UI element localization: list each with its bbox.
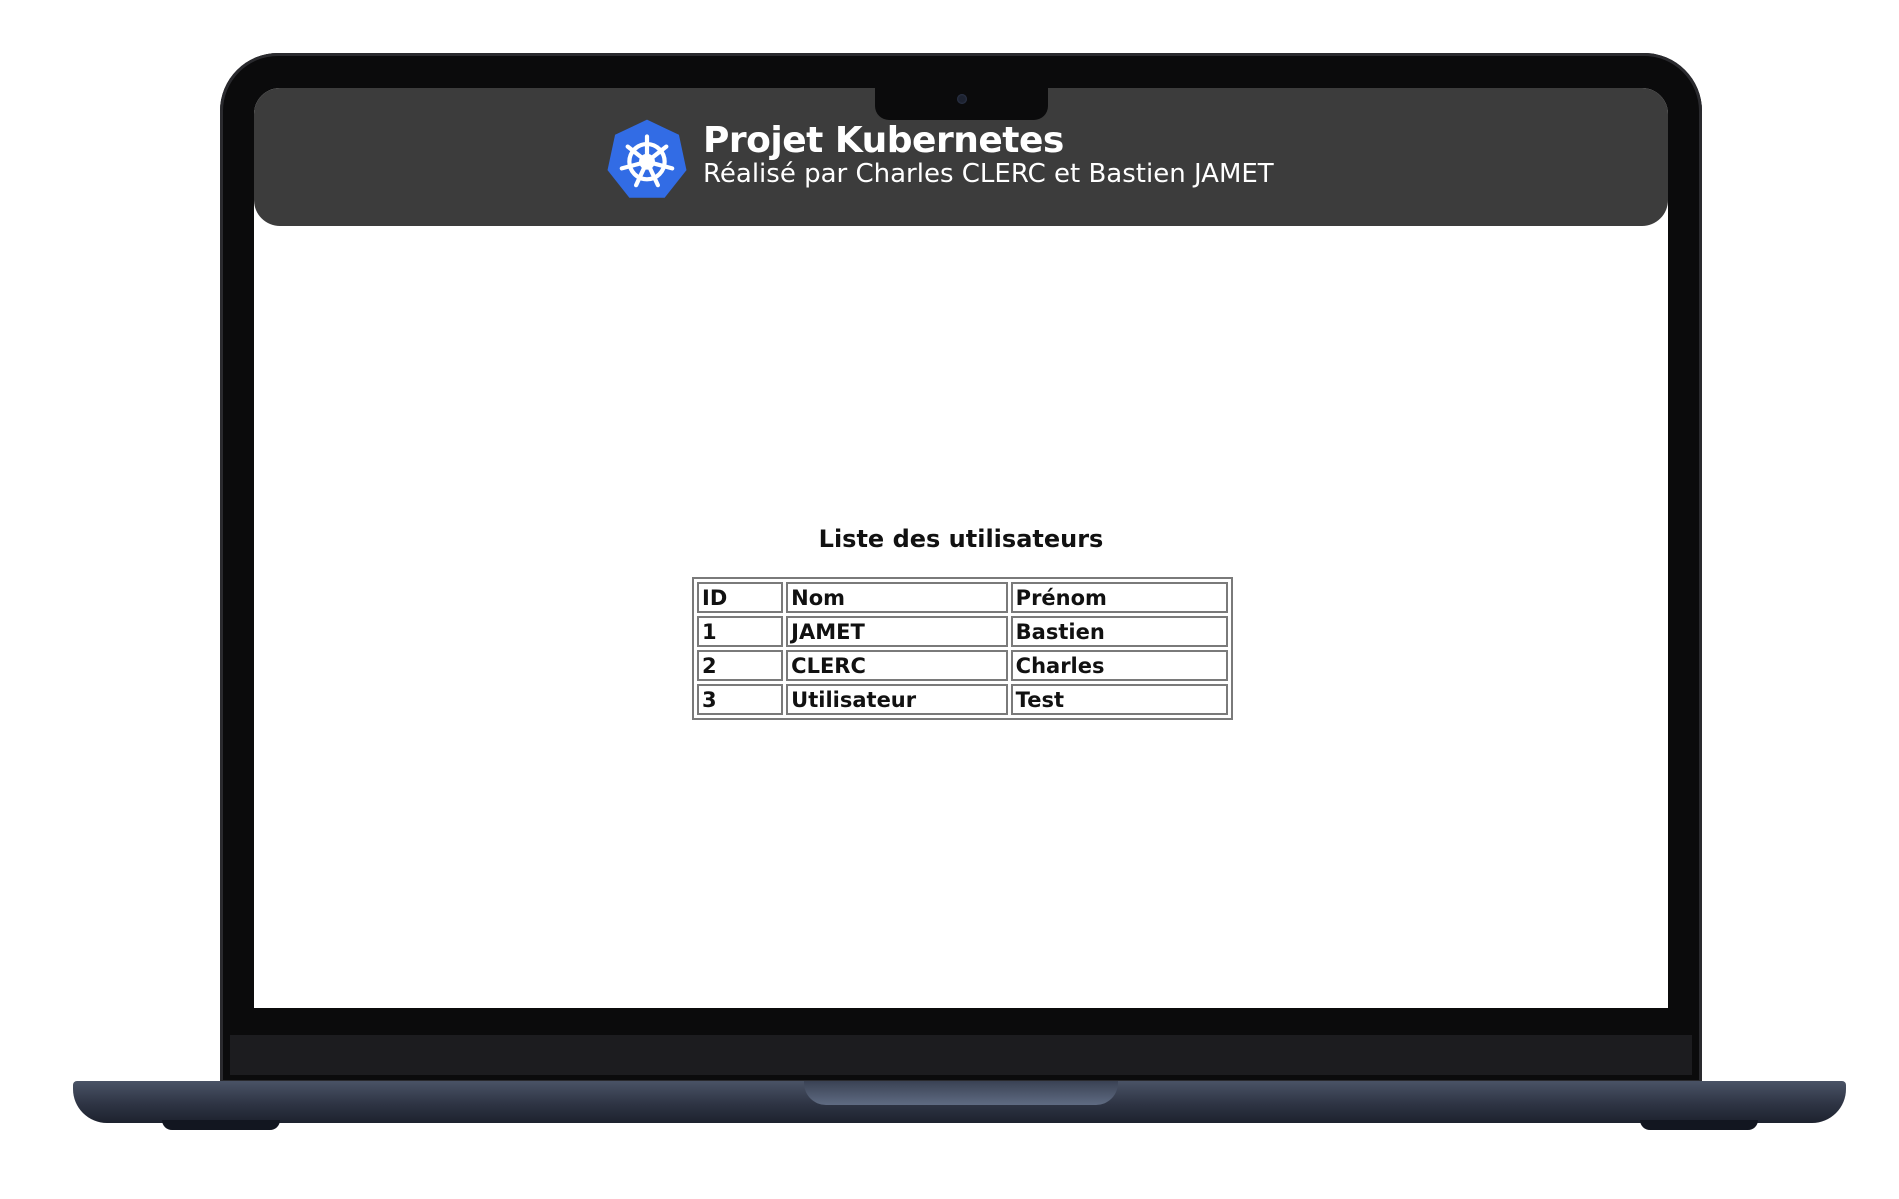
column-header-id: ID [697, 582, 784, 613]
users-list-heading: Liste des utilisateurs [818, 525, 1104, 553]
camera-icon [957, 94, 967, 104]
cell-prenom: Bastien [1010, 616, 1228, 647]
table-header-row: ID Nom Prénom [697, 582, 1228, 613]
laptop-base [73, 1081, 1846, 1123]
lid-opening-notch [804, 1081, 1118, 1105]
laptop-foot-left [162, 1120, 280, 1130]
column-header-nom: Nom [786, 582, 1008, 613]
users-table: ID Nom Prénom 1 JAMET Bastien 2 CLERC Ch… [692, 577, 1233, 720]
brand-text: Projet Kubernetes Réalisé par Charles CL… [703, 120, 1274, 190]
cell-id: 3 [697, 684, 784, 715]
laptop-bottom-bezel [230, 1035, 1692, 1075]
column-header-prenom: Prénom [1010, 582, 1228, 613]
table-row: 2 CLERC Charles [697, 650, 1228, 681]
cell-nom: JAMET [786, 616, 1008, 647]
kubernetes-logo-icon [607, 119, 687, 198]
table-row: 3 Utilisateur Test [697, 684, 1228, 715]
page-subtitle: Réalisé par Charles CLERC et Bastien JAM… [703, 159, 1274, 189]
camera-notch [875, 88, 1048, 120]
cell-prenom: Charles [1010, 650, 1228, 681]
cell-id: 2 [697, 650, 784, 681]
laptop-mockup: Projet Kubernetes Réalisé par Charles CL… [0, 0, 1899, 1199]
cell-nom: Utilisateur [786, 684, 1008, 715]
cell-nom: CLERC [786, 650, 1008, 681]
laptop-foot-right [1640, 1120, 1758, 1130]
page-title: Projet Kubernetes [703, 120, 1064, 161]
laptop-screen: Projet Kubernetes Réalisé par Charles CL… [254, 88, 1668, 1008]
table-row: 1 JAMET Bastien [697, 616, 1228, 647]
cell-prenom: Test [1010, 684, 1228, 715]
cell-id: 1 [697, 616, 784, 647]
